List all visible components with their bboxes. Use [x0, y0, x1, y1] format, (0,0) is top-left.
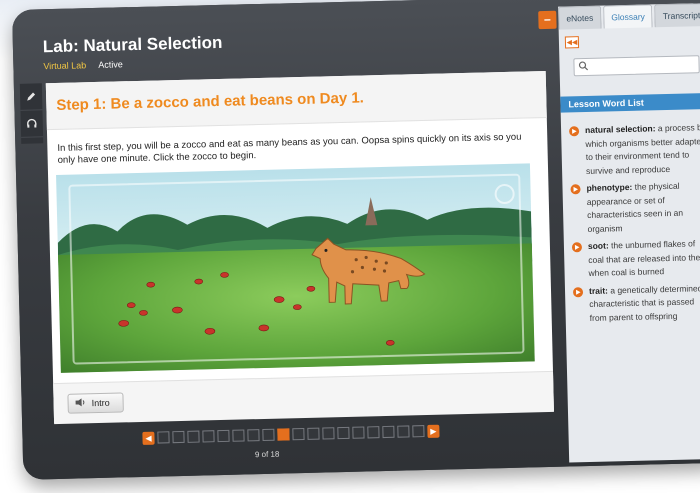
bean[interactable] — [139, 310, 148, 316]
page-indicator[interactable] — [337, 426, 350, 440]
glossary-entry: natural selection: a process by which or… — [569, 121, 700, 178]
glossary-term: phenotype: — [586, 181, 633, 194]
lab-status: Active — [98, 59, 123, 70]
speaker-icon — [74, 397, 86, 409]
bean-layer — [118, 272, 395, 346]
headphones-icon[interactable] — [20, 110, 44, 138]
bean[interactable] — [273, 296, 285, 303]
page-count: 9 of 18 — [254, 449, 280, 460]
bean[interactable] — [258, 324, 270, 332]
bean[interactable] — [118, 320, 129, 327]
page-indicator[interactable] — [232, 429, 245, 442]
bean[interactable] — [293, 304, 302, 310]
word-list-title: Lesson Word List — [560, 92, 700, 113]
play-icon[interactable] — [570, 184, 581, 195]
tab-glossary[interactable]: Glossary — [603, 4, 654, 29]
tab-transcript[interactable]: Transcript — [654, 2, 700, 28]
glossary-entry: phenotype: the physical appearance or se… — [570, 179, 700, 236]
page-indicator[interactable] — [352, 426, 365, 439]
lab-window: Lab: Natural Selection Virtual Lab Activ… — [12, 0, 700, 480]
page-indicator[interactable] — [367, 426, 380, 439]
previous-page-button[interactable]: ◀ — [142, 431, 155, 445]
simulation-scene[interactable] — [56, 163, 535, 373]
page-indicator[interactable] — [247, 429, 260, 442]
zocco-character[interactable] — [305, 226, 427, 319]
glossary-entry: soot: the unburned flakes of coal that a… — [571, 237, 700, 281]
glossary-term: natural selection: — [584, 123, 656, 136]
page-indicator[interactable] — [322, 427, 335, 440]
page-indicator[interactable] — [262, 428, 275, 442]
glossary-search — [573, 55, 700, 77]
tool-strip — [19, 83, 44, 144]
collapse-panel-button[interactable]: ◀◀ — [564, 36, 580, 49]
bean[interactable] — [146, 281, 156, 288]
page-indicator[interactable] — [217, 429, 230, 443]
minimize-button[interactable]: − — [538, 10, 557, 30]
lab-content: Step 1: Be a zocco and eat beans on Day … — [45, 70, 554, 425]
side-panel: eNotes Glossary Transcript ◀◀ Lesson Wor… — [558, 2, 700, 463]
lab-subtitle-row: Virtual Lab Active — [43, 59, 123, 71]
step-title: Step 1: Be a zocco and eat beans on Day … — [56, 89, 365, 114]
page-indicator[interactable] — [397, 425, 410, 438]
bean[interactable] — [194, 278, 203, 285]
step-instructions: In this first step, you will be a zocco … — [57, 131, 522, 166]
page-indicator[interactable] — [187, 430, 200, 443]
search-icon — [578, 58, 589, 76]
bean[interactable] — [385, 340, 395, 346]
page-indicator[interactable] — [382, 425, 395, 439]
next-page-button[interactable]: ▶ — [427, 424, 440, 438]
side-tabs: eNotes Glossary Transcript — [558, 2, 700, 31]
bean[interactable] — [204, 327, 216, 335]
glossary-entry: trait: a genetically determined characte… — [572, 281, 700, 325]
page-indicator[interactable] — [202, 430, 215, 443]
bean[interactable] — [126, 302, 136, 308]
lab-subtitle: Virtual Lab — [43, 60, 87, 72]
page-indicator[interactable] — [292, 427, 305, 441]
page-indicator[interactable] — [307, 427, 320, 440]
play-icon[interactable] — [571, 242, 583, 253]
bean[interactable] — [220, 272, 229, 278]
play-icon[interactable] — [569, 126, 580, 137]
page-indicator[interactable] — [277, 428, 290, 441]
bean[interactable] — [172, 306, 183, 314]
glossary-term: trait: — [588, 285, 609, 296]
intro-button[interactable]: Intro — [67, 392, 124, 414]
glossary-term: soot: — [587, 240, 609, 251]
pencil-icon[interactable] — [19, 83, 43, 111]
tab-enotes[interactable]: eNotes — [558, 5, 602, 30]
word-list: natural selection: a process by which or… — [569, 121, 700, 329]
intro-label: Intro — [91, 397, 110, 409]
page-indicator[interactable] — [157, 431, 170, 444]
page-indicator[interactable] — [412, 425, 425, 438]
play-icon[interactable] — [572, 286, 584, 297]
page-indicator[interactable] — [172, 430, 185, 444]
search-input[interactable] — [588, 58, 693, 73]
